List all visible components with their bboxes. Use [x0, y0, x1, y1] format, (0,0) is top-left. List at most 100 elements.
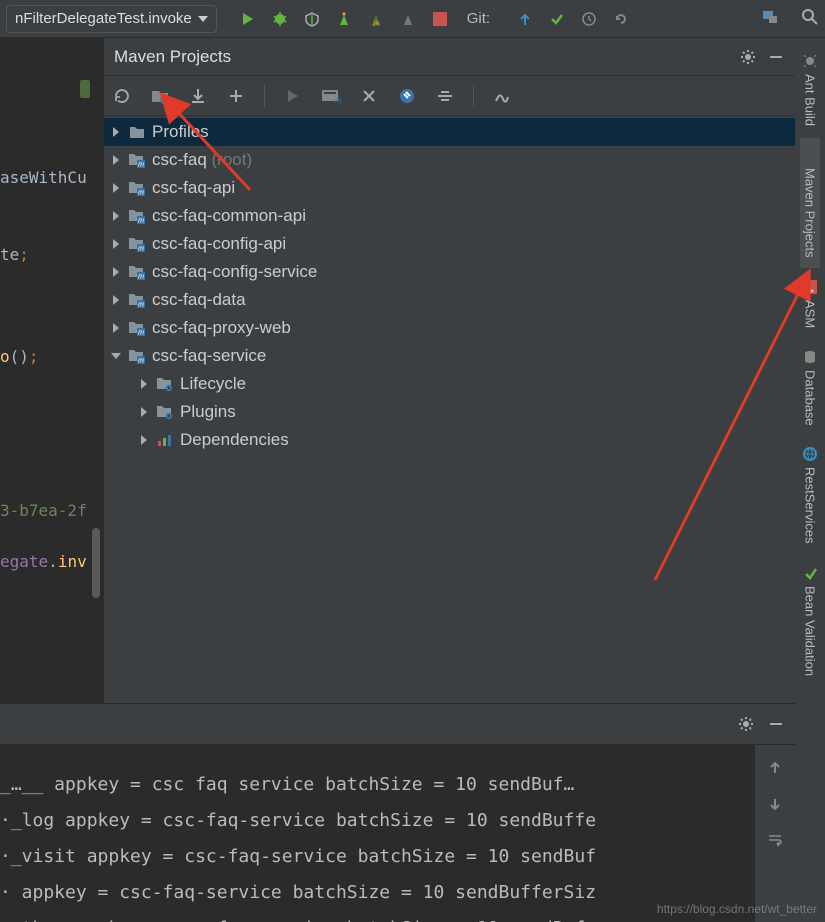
expand-arrow-icon[interactable] [138, 406, 150, 418]
expand-arrow-icon[interactable] [110, 322, 122, 334]
tree-row[interactable]: m csc-faq (root) [104, 146, 795, 174]
profile-jr-icon[interactable]: JR [367, 10, 385, 28]
execute-goal-icon[interactable]: m [321, 86, 341, 106]
stripe-label: Ant Build [803, 74, 818, 126]
tree-row[interactable]: mcsc-faq-proxy-web [104, 314, 795, 342]
node-icon: m [128, 207, 146, 225]
toggle-skip-tests-icon[interactable] [397, 86, 417, 106]
download-sources-icon[interactable] [188, 86, 208, 106]
expand-arrow-icon[interactable] [110, 238, 122, 250]
maven-panel-title: Maven Projects [114, 47, 729, 67]
editor-scrollbar-thumb[interactable] [92, 528, 100, 598]
generate-sources-icon[interactable] [150, 86, 170, 106]
tree-row[interactable]: mcsc-faq-config-service [104, 258, 795, 286]
git-label: Git: [467, 10, 490, 27]
expand-arrow-icon[interactable] [110, 126, 122, 138]
svg-text:m: m [138, 190, 144, 197]
tree-row[interactable]: mcsc-faq-service [104, 342, 795, 370]
run-actions: JR [239, 10, 449, 28]
console-gutter [755, 745, 795, 922]
stripe-bean[interactable]: Bean Validation [800, 556, 820, 686]
node-label: csc-faq (root) [152, 150, 252, 170]
vcs-actions [516, 10, 630, 28]
tree-row[interactable]: Lifecycle [104, 370, 795, 398]
console-hide-icon[interactable] [767, 715, 785, 733]
update-project-icon[interactable] [516, 10, 534, 28]
expand-arrow-icon[interactable] [110, 210, 122, 222]
stop-icon[interactable] [431, 10, 449, 28]
stripe-maven[interactable]: m Maven Projects [800, 138, 820, 268]
node-label: Profiles [152, 122, 209, 142]
gutter-mark-icon [80, 80, 90, 98]
scroll-down-icon[interactable] [766, 795, 784, 813]
coverage-icon[interactable] [303, 10, 321, 28]
node-icon: m [128, 291, 146, 309]
run-config-selector[interactable]: nFilterDelegateTest.invoke [6, 5, 217, 33]
svg-text:m: m [335, 96, 341, 104]
svg-text:m: m [803, 161, 811, 162]
tree-row[interactable]: m csc-faq-config-api [104, 230, 795, 258]
tree-row[interactable]: mcsc-faq-common-api [104, 202, 795, 230]
node-icon [156, 431, 174, 449]
tree-row[interactable]: Dependencies [104, 426, 795, 454]
right-tool-stripe: Ant Build m Maven Projects A ASM Database Rest… [795, 38, 825, 922]
soft-wrap-icon[interactable] [766, 831, 784, 849]
asm-icon: A [802, 280, 818, 296]
svg-text:m: m [138, 246, 144, 253]
collapse-arrow-icon[interactable] [110, 350, 122, 362]
stripe-label: ASM [803, 300, 818, 328]
tree-row[interactable]: Profiles [104, 118, 795, 146]
node-icon: m [128, 347, 146, 365]
console-output[interactable]: _…__ appkey = csc faq service batchSize … [0, 745, 755, 922]
expand-arrow-icon[interactable] [110, 154, 122, 166]
maven-tree[interactable]: Profilesmcsc-faq (root)mcsc-faq-apimcsc-… [104, 116, 795, 703]
expand-arrow-icon[interactable] [110, 266, 122, 278]
add-project-icon[interactable] [226, 86, 246, 106]
toolbar-separator [473, 85, 474, 107]
expand-arrow-icon[interactable] [110, 294, 122, 306]
toolbar-separator [264, 85, 265, 107]
expand-arrow-icon[interactable] [138, 378, 150, 390]
stripe-label: Maven Projects [803, 168, 818, 258]
console-settings-icon[interactable] [737, 715, 755, 733]
stripe-database[interactable]: Database [800, 340, 820, 436]
panel-settings-icon[interactable] [739, 48, 757, 66]
main-toolbar: nFilterDelegateTest.invoke JR Git: [0, 0, 825, 38]
stripe-label: RestServices [803, 467, 818, 544]
node-label: csc-faq-data [152, 290, 246, 310]
stripe-ant[interactable]: Ant Build [800, 44, 820, 136]
node-label: csc-faq-config-api [152, 234, 286, 254]
node-icon: m [128, 263, 146, 281]
tree-row[interactable]: mcsc-faq-api [104, 174, 795, 202]
revert-icon[interactable] [612, 10, 630, 28]
code-fragment: aseWithCu te; o(); 3-b7ea-2f egate.inv [0, 88, 104, 574]
expand-arrow-icon[interactable] [110, 182, 122, 194]
tree-row[interactable]: Plugins [104, 398, 795, 426]
console-panel: _…__ appkey = csc faq service batchSize … [0, 703, 795, 922]
maven-settings-icon[interactable] [492, 86, 512, 106]
project-structure-icon[interactable] [761, 8, 779, 29]
stripe-rest[interactable]: RestServices [800, 437, 820, 554]
debug-icon[interactable] [271, 10, 289, 28]
run-icon[interactable] [239, 10, 257, 28]
svg-text:m: m [138, 162, 144, 169]
expand-arrow-icon[interactable] [138, 434, 150, 446]
maven-icon: m [802, 148, 818, 164]
database-icon [802, 350, 818, 366]
profile-icon[interactable] [335, 10, 353, 28]
scroll-up-icon[interactable] [766, 759, 784, 777]
toggle-offline-icon[interactable] [359, 86, 379, 106]
maven-toolbar: m [104, 76, 795, 116]
commit-icon[interactable] [548, 10, 566, 28]
reimport-icon[interactable] [112, 86, 132, 106]
stripe-asm[interactable]: A ASM [800, 270, 820, 338]
panel-hide-icon[interactable] [767, 48, 785, 66]
search-icon[interactable] [801, 8, 819, 29]
node-icon [156, 375, 174, 393]
attach-icon[interactable] [399, 10, 417, 28]
show-dependencies-icon[interactable] [435, 86, 455, 106]
run-maven-icon[interactable] [283, 86, 303, 106]
svg-text:m: m [138, 274, 144, 281]
history-icon[interactable] [580, 10, 598, 28]
tree-row[interactable]: m csc-faq-data [104, 286, 795, 314]
